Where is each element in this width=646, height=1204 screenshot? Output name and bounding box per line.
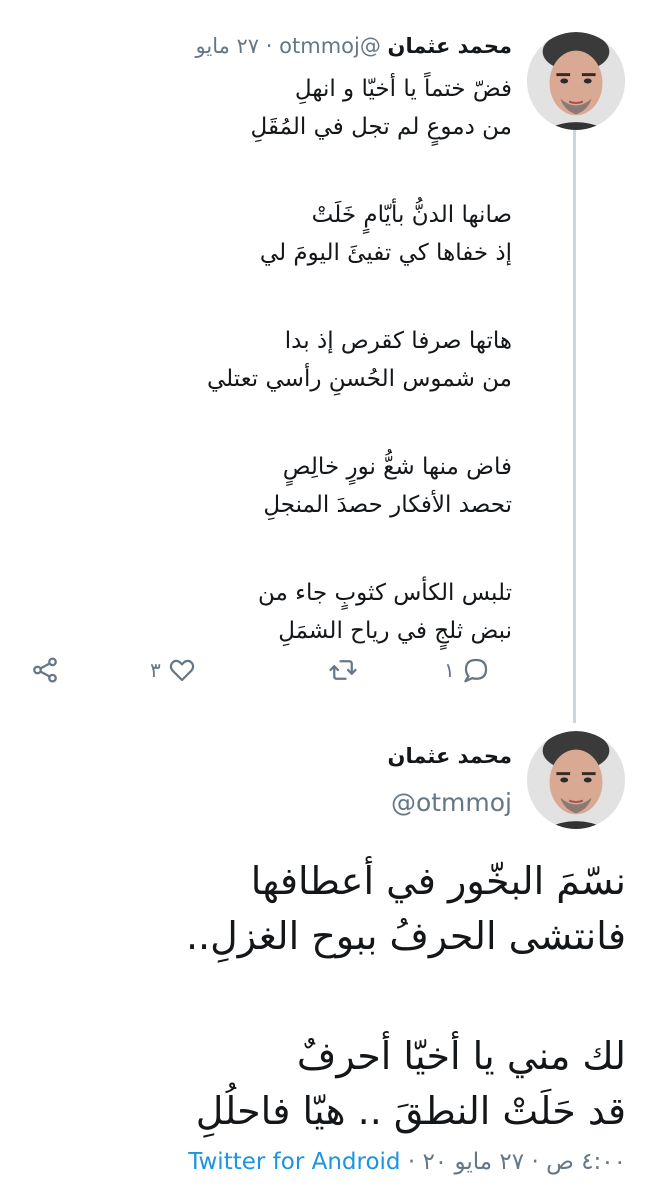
tweet-source-link[interactable]: Twitter for Android	[188, 1149, 400, 1175]
poem-stanza: تلبس الكأس كثوبٍ جاء من نبض ثلجٍ في رياح…	[12, 574, 512, 650]
avatar[interactable]	[527, 731, 625, 829]
poem-line: لك مني يا أخيّا أحرفٌ	[296, 1034, 626, 1078]
avatar-photo	[527, 731, 625, 829]
separator-dot: ·	[531, 1149, 539, 1175]
poem-stanza: صانها الدنُّ بأيّامٍ خَلَتْ إذ خفاها كي …	[12, 196, 512, 272]
tweet-date: ٢٧ مايو ٢٠	[422, 1149, 525, 1175]
avatar[interactable]	[527, 32, 625, 130]
author-name[interactable]: محمد عثمان	[388, 740, 512, 772]
tweet-text: فضّ ختماً يا أخيّا و انهلِ من دموعٍ لم ت…	[12, 70, 512, 700]
poem-line: تلبس الكأس كثوبٍ جاء من	[258, 580, 512, 606]
like-count: ٣	[150, 658, 161, 682]
poem-stanza: فضّ ختماً يا أخيّا و انهلِ من دموعٍ لم ت…	[12, 70, 512, 146]
poem-stanza: هاتها صرفا كقرص إذ بدا من شموس الحُسنِ ر…	[12, 322, 512, 398]
reply-button[interactable]: ١	[444, 650, 491, 690]
heart-icon	[167, 655, 197, 685]
separator-dot: ·	[407, 1149, 416, 1175]
poem-stanza: لك مني يا أخيّا أحرفٌ قد حَلَتْ النطقَ .…	[26, 1029, 626, 1139]
retweet-icon	[328, 655, 358, 685]
share-icon	[30, 655, 60, 685]
poem-stanza: فاض منها شعُّ نورٍ خالِصٍ تحصد الأفكار ح…	[12, 448, 512, 524]
tweet-date[interactable]: ٢٧ مايو	[196, 34, 260, 58]
tweet-time: ٤:٠٠ ص	[546, 1149, 626, 1175]
reply-count: ١	[444, 658, 455, 682]
thread-connector-line	[573, 108, 576, 723]
like-button[interactable]: ٣	[150, 650, 197, 690]
author-name[interactable]: محمد عثمان	[388, 34, 512, 58]
poem-line: إذ خفاها كي تفيئَ اليومَ لي	[259, 240, 512, 266]
poem-line: فضّ ختماً يا أخيّا و انهلِ	[294, 76, 512, 102]
poem-stanza: نسّمَ البخّور في أعطافها فانتشى الحرفُ ب…	[26, 854, 626, 964]
reply-icon	[461, 655, 491, 685]
poem-line: من دموعٍ لم تجل في المُقَلِ	[250, 114, 512, 140]
poem-line: هاتها صرفا كقرص إذ بدا	[284, 328, 512, 354]
author-handle[interactable]: @otmmoj	[279, 34, 381, 58]
poem-line: من شموس الحُسنِ رأسي تعتلي	[206, 366, 512, 392]
poem-line: فاض منها شعُّ نورٍ خالِصٍ	[282, 454, 512, 480]
poem-line: نسّمَ البخّور في أعطافها	[250, 859, 626, 903]
tweet-actions-bar: ١ ٣	[0, 650, 646, 690]
separator-dot: ·	[265, 34, 273, 58]
avatar-photo	[527, 32, 625, 130]
poem-line: فانتشى الحرفُ ببوح الغزلِ..	[185, 914, 626, 958]
poem-line: نبض ثلجٍ في رياح الشمَلِ	[278, 618, 512, 644]
author-handle[interactable]: @otmmoj	[391, 787, 512, 819]
tweet-header: محمد عثمان @otmmoj · ٢٧ مايو	[196, 30, 512, 62]
share-button[interactable]	[30, 650, 60, 690]
poem-line: قد حَلَتْ النطقَ .. هيّا فاحلُلِ	[195, 1089, 626, 1133]
poem-line: صانها الدنُّ بأيّامٍ خَلَتْ	[311, 202, 512, 228]
tweet-metadata: ٤:٠٠ ص · ٢٧ مايو ٢٠ · Twitter for Androi…	[188, 1145, 626, 1179]
retweet-button[interactable]	[328, 650, 358, 690]
poem-line: تحصد الأفكار حصدَ المنجلِ	[263, 492, 512, 518]
